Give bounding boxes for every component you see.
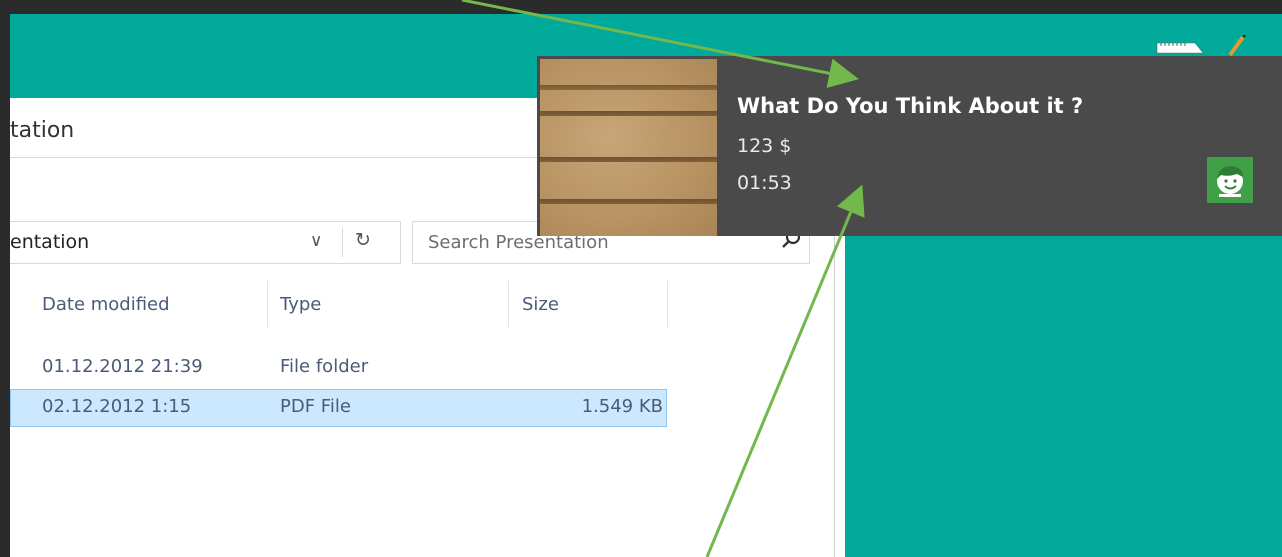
cell-type: PDF File xyxy=(280,396,351,417)
column-header-date-modified[interactable]: Date modified xyxy=(42,294,170,315)
ruler-icon[interactable] xyxy=(1156,42,1204,54)
column-header-size[interactable]: Size xyxy=(522,294,559,315)
pencil-icon[interactable] xyxy=(1228,35,1247,57)
window-title: tation xyxy=(10,118,75,143)
toast-price: 123 $ xyxy=(737,135,792,157)
column-header-type[interactable]: Type xyxy=(280,294,321,315)
cell-type: File folder xyxy=(280,356,369,377)
table-row[interactable]: 01.12.2012 21:39 File folder xyxy=(10,351,667,387)
column-separator[interactable] xyxy=(667,281,668,327)
cell-date: 02.12.2012 1:15 xyxy=(42,396,192,417)
chevron-down-icon[interactable]: ∨ xyxy=(310,231,322,251)
address-divider xyxy=(342,228,343,257)
toast-time: 01:53 xyxy=(737,172,792,194)
address-text: entation xyxy=(10,231,90,253)
app-logo xyxy=(1207,157,1253,203)
refresh-icon[interactable]: ↻ xyxy=(355,229,371,251)
column-separator[interactable] xyxy=(508,281,509,327)
address-bar[interactable]: entation ∨ ↻ xyxy=(10,221,401,264)
table-row-selected[interactable]: 02.12.2012 1:15 PDF File 1.549 KB xyxy=(10,389,667,427)
toast-image xyxy=(540,59,717,236)
cell-date: 01.12.2012 21:39 xyxy=(42,356,203,377)
toast-title: What Do You Think About it ? xyxy=(737,94,1084,118)
column-separator[interactable] xyxy=(267,281,268,327)
smiley-face-icon xyxy=(1217,165,1243,197)
cell-size: 1.549 KB xyxy=(581,396,663,417)
toast-notification[interactable]: What Do You Think About it ? 123 $ 01:53 xyxy=(537,56,1282,236)
